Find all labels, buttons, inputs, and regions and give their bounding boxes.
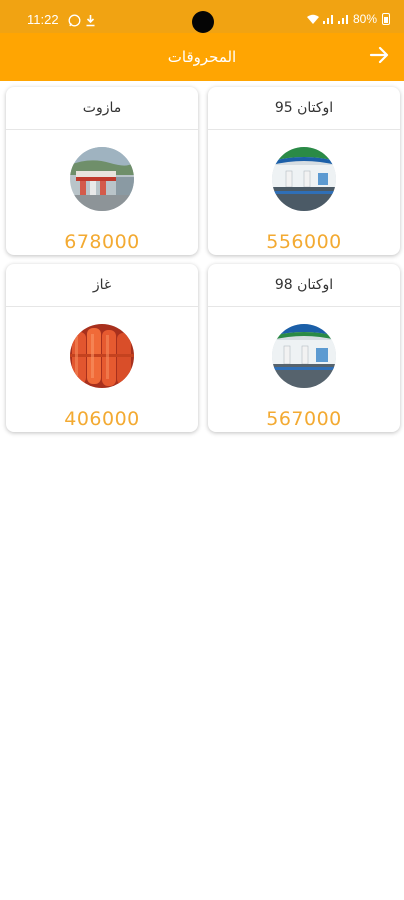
fuel-card-octane-98[interactable]: اوكتان 98 567000 [208, 264, 400, 432]
fuel-price: 567000 [266, 408, 342, 430]
gas-station-image [272, 324, 336, 388]
fuel-card-octane-95[interactable]: اوكتان 95 556000 [208, 87, 400, 255]
app-bar: المحروقات [0, 33, 404, 81]
arrow-right-icon[interactable] [369, 44, 389, 66]
camera-cutout [192, 11, 214, 33]
fuel-price: 556000 [266, 231, 342, 253]
fuel-card-title: اوكتان 95 [208, 87, 400, 130]
fuel-price: 406000 [64, 408, 140, 430]
signal-icon-2 [337, 14, 350, 24]
notification-icons [68, 13, 96, 27]
fuel-card-title: غاز [6, 264, 198, 307]
fuel-card-title: اوكتان 98 [208, 264, 400, 307]
fuel-price: 678000 [64, 231, 140, 253]
fuel-card-gas[interactable]: غاز 406000 [6, 264, 198, 432]
fuel-card-title: مازوت [6, 87, 198, 130]
gas-cylinders-image [70, 324, 134, 388]
wifi-icon [306, 14, 319, 24]
battery-percent: 80% [352, 12, 377, 26]
system-indicators: 80% [306, 12, 390, 26]
download-icon [86, 15, 95, 27]
status-time: 11:22 [27, 12, 59, 27]
status-bar: 11:22 80% [0, 0, 404, 33]
fuel-card-diesel[interactable]: مازوت 678000 [6, 87, 198, 255]
page-title: المحروقات [167, 48, 237, 66]
battery-icon [382, 13, 390, 25]
gas-station-image [272, 147, 336, 211]
fuel-station-image [70, 147, 134, 211]
signal-icon [322, 14, 335, 24]
whatsapp-icon [68, 14, 81, 27]
